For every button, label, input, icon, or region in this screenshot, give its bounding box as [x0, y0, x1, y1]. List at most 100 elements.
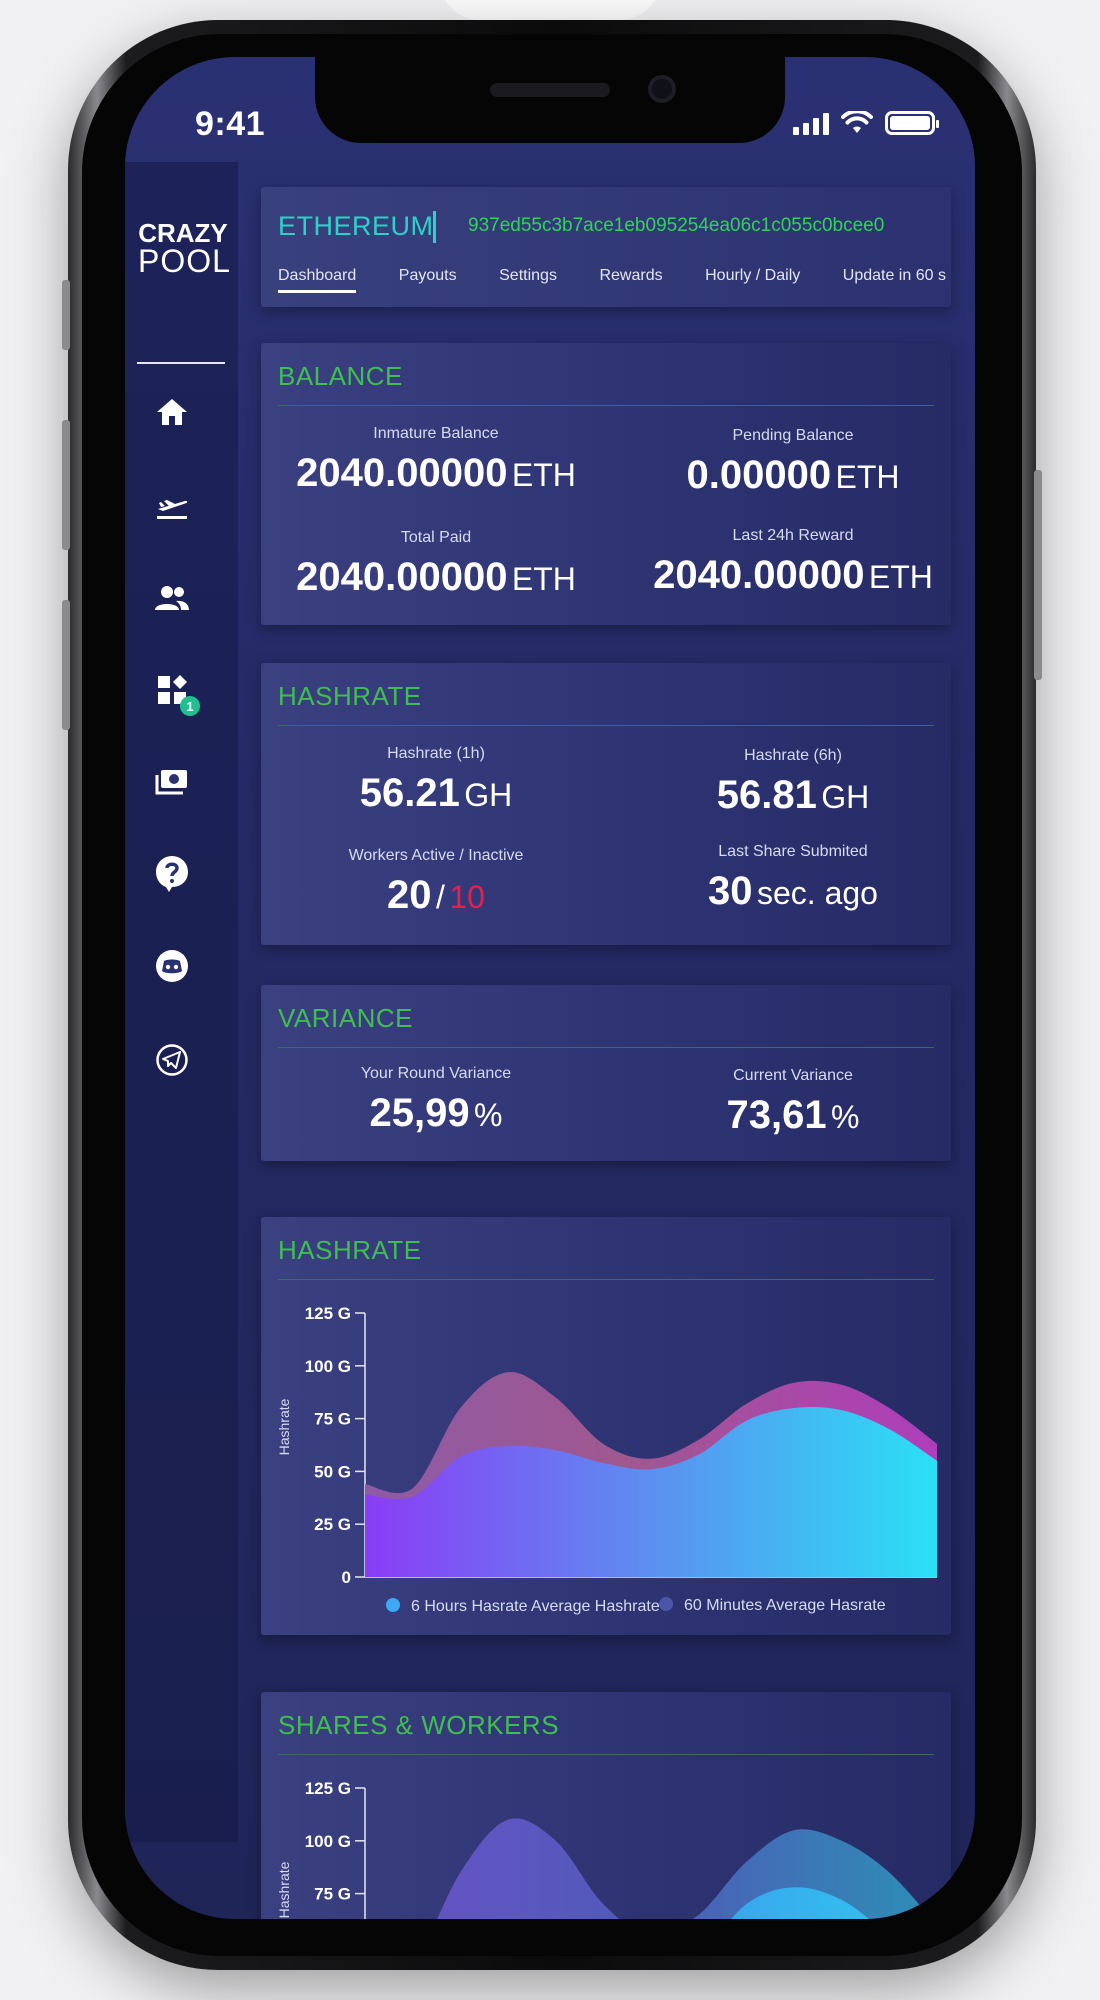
coin-divider	[433, 211, 436, 243]
workers-label: Workers Active / Inactive	[348, 847, 524, 864]
telegram-icon[interactable]	[154, 1042, 190, 1078]
wallet-address[interactable]: 937ed55c3b7ace1eb095254ea06c1c055c0bcee0	[468, 215, 884, 237]
hashrate-chart-y-tick-label: 125 G	[305, 1304, 351, 1323]
last-24h-value: 2040.00000	[653, 553, 865, 597]
variance-divider	[278, 1047, 934, 1048]
last-24h-unit: ETH	[868, 559, 933, 595]
current-variance: Current Variance 73,61 %	[633, 1067, 953, 1138]
balance-card: BALANCE Inmature Balance 2040.00000 ETH …	[261, 343, 951, 625]
screen: 9:41 CRAZY POOL 1 ETHEREUM 937ed55c3b7ac…	[125, 57, 975, 1919]
last-24h-reward: Last 24h Reward 2040.00000 ETH	[633, 527, 953, 598]
widgets-icon[interactable]: 1	[154, 672, 200, 716]
hashrate-1h-label: Hashrate (1h)	[387, 745, 485, 762]
notification-badge: 1	[180, 696, 200, 716]
shares-chart-y-tick-label: 75 G	[314, 1885, 351, 1904]
legend-6h-swatch[interactable]	[386, 1598, 400, 1612]
pending-unit: ETH	[835, 459, 900, 495]
hashrate-chart-y-tick-label: 100 G	[305, 1357, 351, 1376]
hashrate-chart-y-tick-label: 75 G	[314, 1410, 351, 1429]
signal-icon	[793, 113, 829, 135]
balance-title: BALANCE	[278, 361, 403, 391]
sidebar: CRAZY POOL 1	[125, 162, 238, 1842]
status-icons	[793, 111, 939, 135]
hashrate-6h: Hashrate (6h) 56.81 GH	[633, 747, 953, 818]
volume-up-button	[62, 420, 70, 550]
total-paid: Total Paid 2040.00000 ETH	[276, 529, 596, 600]
hashrate-card: HASHRATE Hashrate (1h) 56.21 GH Hashrate…	[261, 663, 951, 945]
last-24h-label: Last 24h Reward	[732, 527, 854, 544]
departure-icon[interactable]	[154, 486, 190, 522]
legend-60m-swatch[interactable]	[659, 1597, 673, 1611]
hashrate-1h-unit: GH	[464, 777, 513, 813]
balance-divider	[278, 405, 934, 406]
hashrate-chart-y-tick-label: 25 G	[314, 1515, 351, 1534]
hashrate-divider	[278, 725, 934, 726]
round-variance-unit: %	[474, 1097, 503, 1133]
round-variance-value: 25,99	[369, 1091, 470, 1135]
legend-6h-label[interactable]: 6 Hours Hasrate Average Hashrate	[411, 1598, 660, 1615]
total-paid-value: 2040.00000	[296, 555, 508, 599]
shares-chart-area-series-1	[437, 1818, 932, 1919]
last-share: Last Share Submited 30 sec. ago	[633, 843, 953, 914]
inmature-value: 2040.00000	[296, 451, 508, 495]
shares-chart-y-tick-label: 100 G	[305, 1832, 351, 1851]
variance-card: VARIANCE Your Round Variance 25,99 % Cur…	[261, 985, 951, 1161]
hashrate-6h-unit: GH	[821, 779, 870, 815]
last-share-label: Last Share Submited	[718, 843, 868, 860]
hashrate-chart-y-tick-label: 0	[342, 1568, 351, 1587]
hashrate-6h-label: Hashrate (6h)	[744, 747, 842, 764]
help-icon[interactable]	[154, 856, 190, 892]
last-share-value: 30	[708, 869, 753, 913]
coin-name: ETHEREUM	[278, 211, 434, 241]
legend-60m-label[interactable]: 60 Minutes Average Hasrate	[684, 1597, 886, 1614]
logo-divider	[137, 362, 225, 364]
tab-dashboard[interactable]: Dashboard	[278, 267, 357, 293]
chart-ylabel: Hashrate	[276, 1398, 292, 1455]
workers-inactive: 10	[449, 879, 485, 915]
pending-value: 0.00000	[686, 453, 832, 497]
power-button	[1034, 470, 1042, 680]
group-icon[interactable]	[154, 580, 190, 616]
current-variance-value: 73,61	[726, 1093, 827, 1137]
logo: CRAZY POOL	[138, 220, 231, 279]
logo-line2: POOL	[138, 243, 231, 279]
variance-title: VARIANCE	[278, 1003, 413, 1033]
workers-count: Workers Active / Inactive 20 / 10	[276, 847, 596, 918]
pending-label: Pending Balance	[732, 427, 854, 444]
status-time: 9:41	[195, 105, 266, 143]
shares-chart-y-tick-label: 125 G	[305, 1779, 351, 1798]
battery-icon	[885, 111, 939, 135]
discord-icon[interactable]	[154, 948, 190, 984]
shares-workers-card: SHARES & WORKERS 75 G 100 G 125 G Hashrate	[261, 1692, 951, 1919]
round-variance: Your Round Variance 25,99 %	[276, 1065, 596, 1136]
inmature-unit: ETH	[511, 457, 576, 493]
hashrate-title: HASHRATE	[278, 681, 422, 711]
hashrate-6h-value: 56.81	[716, 773, 817, 817]
front-camera	[648, 75, 676, 103]
speaker	[490, 83, 610, 97]
inmature-label: Inmature Balance	[373, 425, 499, 442]
home-icon[interactable]	[154, 394, 190, 430]
tab-rewards[interactable]: Rewards	[599, 267, 662, 293]
total-paid-unit: ETH	[511, 561, 576, 597]
workers-active: 20	[387, 873, 432, 917]
account-header: ETHEREUM 937ed55c3b7ace1eb095254ea06c1c0…	[261, 187, 951, 307]
notch	[315, 57, 785, 143]
total-paid-label: Total Paid	[400, 529, 472, 546]
tab-settings[interactable]: Settings	[499, 267, 557, 293]
background-shape	[440, 0, 660, 20]
hashrate-1h: Hashrate (1h) 56.21 GH	[276, 745, 596, 816]
last-share-unit: sec. ago	[756, 875, 878, 911]
volume-down-button	[62, 600, 70, 730]
workers-separator: /	[436, 879, 445, 915]
hashrate-chart-y-tick-label: 50 G	[314, 1462, 351, 1481]
update-timer: Update in 60 s	[842, 267, 946, 284]
tab-payouts[interactable]: Payouts	[399, 267, 457, 293]
mute-switch	[62, 280, 70, 350]
wifi-icon	[841, 111, 873, 133]
current-variance-label: Current Variance	[733, 1067, 853, 1084]
chart2-ylabel: Hashrate	[276, 1861, 292, 1918]
tab-hourly-daily[interactable]: Hourly / Daily	[705, 267, 800, 293]
cash-icon[interactable]	[154, 764, 190, 800]
tab-bar: Dashboard Payouts Settings Rewards Hourl…	[278, 267, 946, 293]
